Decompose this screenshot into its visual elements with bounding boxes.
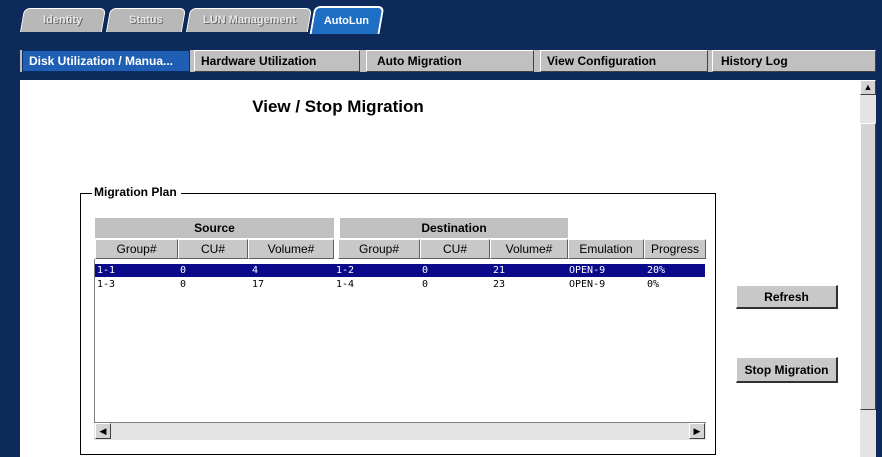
subtab-disk-utilization-label: Disk Utilization / Manua...	[29, 54, 174, 68]
cell-src-cu: 0	[180, 279, 187, 290]
scroll-left-arrow-icon[interactable]: ◀	[95, 423, 111, 439]
table-row[interactable]: 1-1 0 4 1-2 0 21 OPEN-9 20%	[95, 264, 705, 277]
column-header-src-volume[interactable]: Volume#	[248, 239, 334, 259]
table-row[interactable]: 1-3 0 17 1-4 0 23 OPEN-9 0%	[95, 278, 705, 291]
subtab-view-configuration-label: View Configuration	[547, 54, 657, 68]
stop-migration-button[interactable]: Stop Migration	[736, 357, 838, 383]
column-header-dst-group[interactable]: Group#	[338, 239, 420, 259]
cell-emulation: OPEN-9	[569, 279, 606, 290]
tab-lun-management[interactable]: LUN Management	[185, 8, 313, 32]
subtab-disk-utilization[interactable]: Disk Utilization / Manua...	[22, 50, 190, 72]
cell-src-volume: 4	[252, 265, 259, 276]
app-frame: Identity Status LUN Management AutoLun D…	[0, 0, 882, 457]
column-header-src-cu[interactable]: CU#	[178, 239, 248, 259]
cell-dst-group: 1-4	[336, 279, 355, 290]
subtab-history-log[interactable]: History Log	[712, 50, 876, 72]
vertical-scroll-thumb[interactable]	[860, 123, 876, 410]
scroll-right-arrow-icon[interactable]: ▶	[689, 423, 705, 439]
tab-identity-label: Identity	[43, 14, 83, 26]
destination-group-header: Destination	[340, 218, 568, 238]
tab-autolun-label: AutoLun	[324, 15, 370, 27]
cell-progress: 0%	[647, 279, 660, 290]
column-header-progress[interactable]: Progress	[644, 239, 706, 259]
cell-src-group: 1-3	[97, 279, 116, 290]
tab-lun-management-label: LUN Management	[202, 14, 296, 26]
horizontal-scrollbar[interactable]	[94, 422, 706, 440]
subtab-hardware-utilization[interactable]: Hardware Utilization	[194, 50, 360, 72]
subtab-auto-migration[interactable]: Auto Migration	[366, 50, 534, 72]
cell-src-cu: 0	[180, 265, 187, 276]
column-header-dst-cu[interactable]: CU#	[420, 239, 490, 259]
cell-src-volume: 17	[252, 279, 265, 290]
source-group-header: Source	[95, 218, 334, 238]
cell-dst-cu: 0	[422, 265, 429, 276]
scroll-up-arrow-icon[interactable]: ▲	[860, 80, 876, 95]
column-header-dst-volume[interactable]: Volume#	[490, 239, 568, 259]
subtab-auto-migration-label: Auto Migration	[377, 54, 462, 68]
column-header-emulation[interactable]: Emulation	[568, 239, 644, 259]
tab-status[interactable]: Status	[105, 8, 187, 32]
subtab-hardware-utilization-label: Hardware Utilization	[201, 54, 317, 68]
subtab-view-configuration[interactable]: View Configuration	[540, 50, 708, 72]
tab-status-label: Status	[129, 14, 163, 26]
column-header-src-group[interactable]: Group#	[95, 239, 178, 259]
tab-identity[interactable]: Identity	[19, 8, 107, 32]
subtab-history-log-label: History Log	[721, 54, 788, 68]
cell-progress: 20%	[647, 265, 666, 276]
migration-plan-label: Migration Plan	[92, 185, 181, 199]
cell-dst-cu: 0	[422, 279, 429, 290]
cell-emulation: OPEN-9	[569, 265, 606, 276]
cell-dst-volume: 21	[493, 265, 506, 276]
page-title: View / Stop Migration	[252, 97, 424, 116]
cell-dst-group: 1-2	[336, 265, 355, 276]
cell-src-group: 1-1	[97, 265, 116, 276]
refresh-button[interactable]: Refresh	[736, 285, 838, 309]
cell-dst-volume: 23	[493, 279, 506, 290]
tab-autolun[interactable]: AutoLun	[309, 6, 385, 34]
